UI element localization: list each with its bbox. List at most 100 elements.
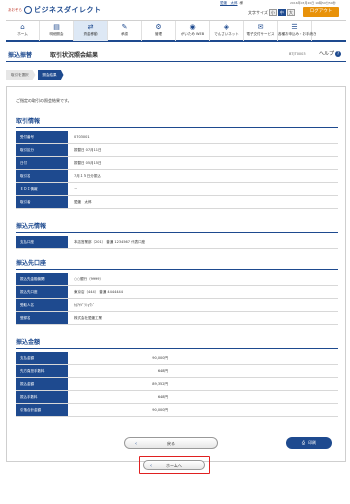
row-value: 90,000円 [152,408,168,412]
screen-id: BTJT0003 [289,52,306,56]
user-suffix: 様 [239,1,244,5]
row-label: 日付 [16,157,68,169]
section-title: 振込元情報 [16,221,338,233]
nav-label: でんさいネット [214,32,239,36]
help-label: ヘルプ [319,51,335,57]
row-label: 引落合計金額 [16,404,68,416]
user-info: 愛媛 太郎様 [220,1,243,6]
nav-item-e-delivery[interactable]: ✉ 電子交付サービス [244,21,278,41]
amount-section: 振込金額 支払金額 90,000円 先方負担手数料 648円 振込金額 89,352円… [16,337,338,417]
header: あおぞら ビジネスダイレクト 愛媛 太郎様 2016年03月20日 16時50分… [0,0,350,20]
transaction-info-section: 取引情報 受付番号 0703001 取引区分 振替日 07月11日 日付 振替日 05… [16,116,338,209]
nav-item-transfer[interactable]: ⇄ 資金移動 [74,21,108,41]
nav-item-approval[interactable]: ✎ 承認 [108,21,142,41]
logo[interactable]: あおぞら ビジネスダイレクト [8,5,102,15]
print-button-label: 印刷 [308,440,317,445]
font-size-large-button[interactable]: 大 [286,9,295,16]
row-label: 取引名 [16,170,68,182]
chevron-left-icon: ‹ [135,441,137,447]
transfer-icon: ⇄ [87,23,94,31]
back-button[interactable]: ‹ 戻る [124,437,218,449]
row-label: 振込金額 [16,378,68,390]
nav-label: 資金移動 [83,32,98,36]
user-name[interactable]: 愛媛 太郎 [220,1,238,5]
home-button[interactable]: ‹ ホームへ [143,460,205,470]
result-message: ご指定の取引の照会結果です。 [16,98,72,103]
nav-label: 各種お申込み・お手続き [278,32,317,36]
row-value: 株式会社愛媛工業 [74,316,102,320]
row-label: 受付番号 [16,131,68,143]
row-value: ○○銀行（9999） [74,277,104,281]
font-size-medium-button[interactable]: 中 [277,9,286,16]
source-info-section: 振込元情報 支払口座 本店営業部（201） 普通 1234567 代表口座 [16,221,338,249]
nav-label: がいため WEB [180,32,205,36]
destination-info-section: 振込先口座 振込先金融機関 ○○銀行（9999） 振込先口座 東京店（444） 普通… [16,258,338,325]
approval-icon: ✎ [121,23,128,31]
nav-label: 承認 [121,32,128,36]
table-row: 受取人名 ｶ)ｱｵｿﾞﾗｼｮｳｼﾞ [16,299,338,312]
last-login-time: 2016年03月20日 16時50分50秒 [290,1,336,5]
row-value: 本店営業部（201） 普通 1234567 代表口座 [74,240,146,244]
table-row: 振込先金融機関 ○○銀行（9999） [16,273,338,286]
section-title: 取引情報 [16,116,338,128]
page-title-bar: 振込振替 取引状況照会結果 BTJT0003 ヘルプ? [6,46,346,62]
row-label: 取引者 [16,196,68,208]
nav-item-gaitame-web[interactable]: ◉ がいため WEB [176,21,210,41]
print-button[interactable]: ⎙ 印刷 [286,437,332,449]
row-value: 振替日 07月11日 [74,148,102,152]
nav-item-statement[interactable]: ▤ 明細照会 [40,21,74,41]
table-row: 引落合計金額 90,000円 [16,404,338,417]
table-row: 支払金額 90,000円 [16,352,338,365]
section-title: 振込金額 [16,337,338,349]
page-category: 振込振替 [8,52,33,59]
home-icon: ⌂ [20,23,25,31]
row-label: 振込先口座 [16,286,68,298]
row-label: 先方負担手数料 [16,365,68,377]
web-icon: ◉ [189,23,196,31]
global-nav: ⌂ ホーム ▤ 明細照会 ⇄ 資金移動 ✎ 承認 ⚙ 管理 ◉ がいため WEB ◈ でんさい… [6,20,346,42]
row-value: ｶ)ｱｵｿﾞﾗｼｮｳｼﾞ [74,303,95,307]
font-size-selector: 文字サイズ 小 中 大 [248,9,295,16]
row-value: 振替日 05月15日 [74,161,102,165]
table-row: 振込手数料 648円 [16,391,338,404]
account-icon: ▤ [53,23,60,31]
help-link[interactable]: ヘルプ? [319,50,342,57]
nav-item-procedures[interactable]: ☰ 各種お申込み・お手続き [278,21,317,41]
font-size-small-button[interactable]: 小 [268,9,277,16]
breadcrumb-step-select: 取引を選択 [6,70,36,80]
table-row: ＥＤＩ情報 － [16,183,338,196]
table-row: 振込先口座 東京店（444） 普通 4444444 [16,286,338,299]
nav-item-home[interactable]: ⌂ ホーム [6,21,40,41]
font-size-label: 文字サイズ [248,9,268,15]
home-button-highlight: ‹ ホームへ [139,456,210,474]
row-label: 振込先金融機関 [16,273,68,285]
table-row: 取引者 愛媛 太郎 [16,196,338,209]
nav-item-densai[interactable]: ◈ でんさいネット [210,21,244,41]
table-row: 受付番号 0703001 [16,131,338,144]
row-value: － [74,187,78,191]
logout-button[interactable]: ログアウト [303,7,339,17]
nav-label: 管理 [155,32,162,36]
table-row: 先方負担手数料 648円 [16,365,338,378]
table-row: 取引名 7月１５日分振込 [16,170,338,183]
row-value: 愛媛 太郎 [74,200,92,204]
logo-text: ビジネスダイレクト [34,6,102,14]
help-icon: ? [335,51,342,57]
logo-mark-icon [24,6,32,14]
row-value: 89,352円 [152,382,168,386]
row-label: 支払金額 [16,352,68,364]
printer-icon: ⎙ [301,440,306,445]
row-value: 648円 [157,369,168,373]
home-button-label: ホームへ [166,463,182,468]
row-label: 登録名 [16,312,68,324]
breadcrumb-step-result: 照会結果 [37,70,64,80]
row-value: 0703001 [74,135,90,139]
logo-badge: あおぞら [8,7,22,12]
table-row: 日付 振替日 05月15日 [16,157,338,170]
section-title: 振込先口座 [16,258,338,270]
nav-item-management[interactable]: ⚙ 管理 [142,21,176,41]
nav-label: 電子交付サービス [246,32,275,36]
row-value: 90,000円 [152,356,168,360]
row-value: 7月１５日分振込 [74,174,101,178]
row-label: 取引区分 [16,144,68,156]
